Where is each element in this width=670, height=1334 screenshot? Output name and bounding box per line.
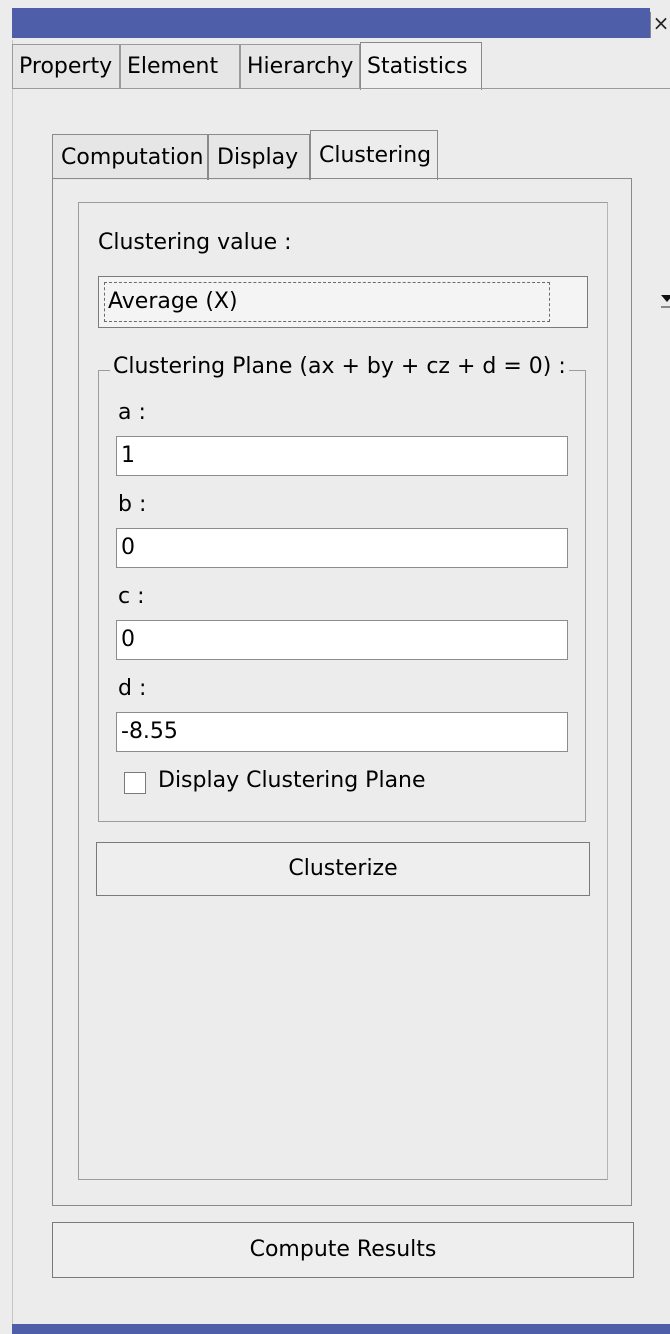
tab-statistics[interactable]: Statistics: [360, 42, 482, 90]
display-plane-checkbox[interactable]: [124, 772, 146, 794]
display-plane-label[interactable]: Display Clustering Plane: [158, 768, 426, 793]
clustering-value-label: Clustering value :: [98, 230, 292, 255]
tab-hierarchy[interactable]: Hierarchy: [240, 44, 360, 88]
chevron-down-icon[interactable]: [651, 281, 670, 323]
field-b-input[interactable]: 0: [116, 528, 568, 568]
close-icon[interactable]: ×: [650, 12, 670, 38]
field-d-input[interactable]: -8.55: [116, 712, 568, 752]
title-bar-fill: [12, 8, 650, 38]
tab-element[interactable]: Element: [120, 44, 240, 88]
tab-property[interactable]: Property: [12, 44, 120, 88]
field-a-label: a :: [118, 400, 146, 425]
field-d-label: d :: [118, 676, 147, 701]
window-left-edge: [12, 40, 13, 1325]
tab-clustering[interactable]: Clustering: [310, 130, 438, 180]
clustering-value-select[interactable]: Average (X): [98, 276, 670, 328]
title-bar: ×: [0, 0, 670, 40]
field-c-label: c :: [118, 584, 145, 609]
tab-computation[interactable]: Computation: [52, 134, 208, 180]
clustering-plane-title: Clustering Plane (ax + by + cz + d = 0) …: [110, 354, 569, 379]
bottom-bar: [12, 1324, 670, 1334]
clustering-value-selected: Average (X): [104, 282, 550, 322]
compute-results-button[interactable]: Compute Results: [52, 1222, 634, 1278]
clusterize-button[interactable]: Clusterize: [96, 842, 590, 896]
main-tab-bar: Property Element Hierarchy Statistics: [12, 42, 670, 90]
field-c-input[interactable]: 0: [116, 620, 568, 660]
tab-display[interactable]: Display: [208, 134, 310, 180]
field-b-label: b :: [118, 492, 147, 517]
field-a-input[interactable]: 1: [116, 436, 568, 476]
tab-baseline: [12, 88, 670, 89]
sub-tab-bar: Computation Display Clustering: [52, 130, 442, 180]
